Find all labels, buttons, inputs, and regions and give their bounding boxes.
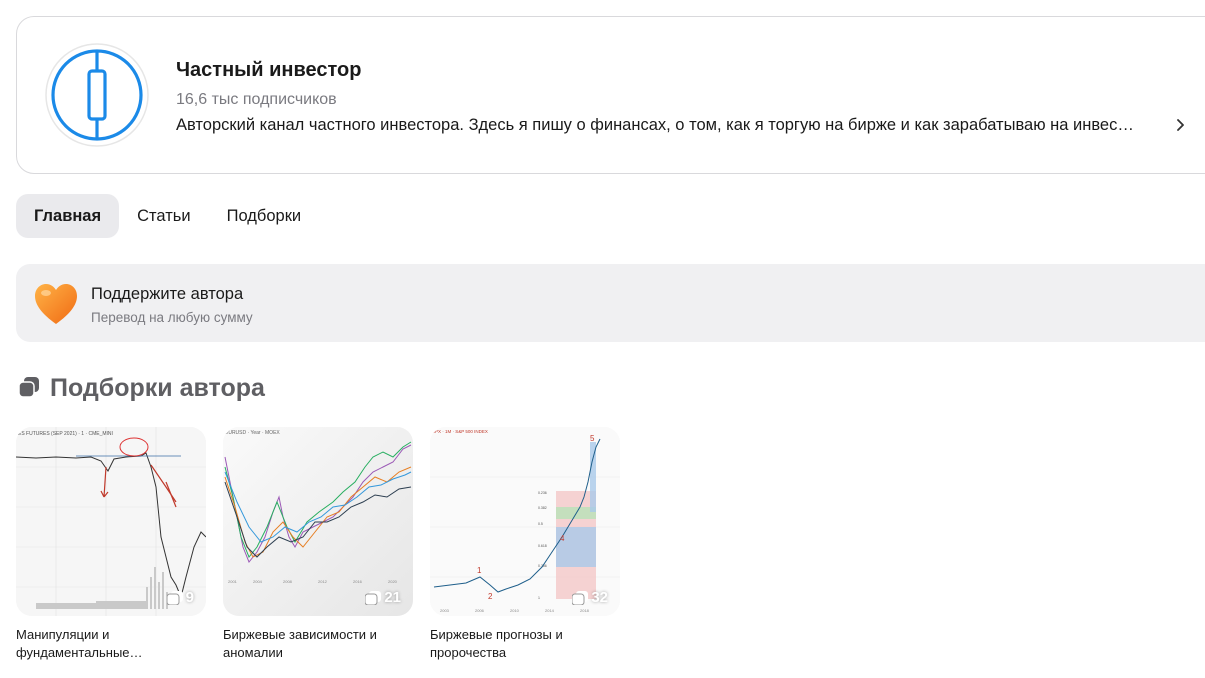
svg-text:1: 1 [477,566,482,575]
svg-text:0.236: 0.236 [538,491,547,495]
collection-count-badge: 9 [166,589,194,606]
svg-text:SPX · 1M · S&P 500 INDEX: SPX · 1M · S&P 500 INDEX [432,429,488,434]
collection-label: Манипуляции и фундаментальные… [16,627,143,660]
support-subtitle: Перевод на любую сумму [91,310,253,325]
svg-text:2018: 2018 [580,608,590,613]
collection-label: Биржевые зависимости и аномалии [223,627,377,660]
svg-text:2006: 2006 [475,608,485,613]
section-title: Подборки автора [50,374,265,402]
collection-count-badge: 21 [365,589,401,606]
collection-label: Биржевые прогнозы и пророчества [430,627,563,660]
svg-text:2014: 2014 [545,608,555,613]
channel-description[interactable]: Авторский канал частного инвестора. Здес… [176,116,1176,135]
svg-text:2016: 2016 [353,579,363,584]
svg-text:5: 5 [590,434,595,443]
svg-text:0.618: 0.618 [538,544,547,548]
svg-text:2003: 2003 [440,608,450,613]
support-author-banner[interactable]: Поддержите автора Перевод на любую сумму [16,264,1205,342]
collection-card[interactable]: EURUSD · Year · MOEX 2001 2004 2008 2012 20… [223,427,413,662]
chevron-right-icon[interactable] [1175,116,1187,134]
collection-thumbnail: ES FUTURES (SEP 2021) · 1 · CME_MINI 9 [16,427,206,616]
svg-text:2012: 2012 [318,579,328,584]
svg-text:EURUSD · Year · MOEX: EURUSD · Year · MOEX [225,430,280,436]
collection-count-badge: 32 [572,589,608,606]
collection-count: 21 [384,589,401,606]
collection-card[interactable]: ES FUTURES (SEP 2021) · 1 · CME_MINI 9 М… [16,427,206,662]
channel-tabs: Главная Статьи Подборки [16,194,319,238]
svg-text:2020: 2020 [388,579,398,584]
stack-icon [18,377,39,398]
svg-text:0.382: 0.382 [538,506,547,510]
channel-logo[interactable] [45,43,149,147]
stack-icon [572,590,589,605]
tab-articles[interactable]: Статьи [119,194,208,238]
stack-icon [365,590,382,605]
tab-main[interactable]: Главная [16,194,120,238]
collection-thumbnail: EURUSD · Year · MOEX 2001 2004 2008 2012 20… [223,427,413,616]
svg-text:1: 1 [538,596,540,600]
svg-text:2010: 2010 [510,608,520,613]
svg-text:ES FUTURES (SEP 2021) · 1 · CM: ES FUTURES (SEP 2021) · 1 · CME_MINI [18,431,113,437]
collection-count: 9 [185,589,194,606]
collection-thumbnail: SPX · 1M · S&P 500 INDEX 0.236 0.382 0.5 0… [430,427,620,616]
svg-text:2004: 2004 [253,579,263,584]
subscriber-count: 16,6 тыс подписчиков [176,91,337,108]
channel-title: Частный инвестор [176,59,362,81]
heart-icon [35,284,77,324]
svg-text:0.5: 0.5 [538,522,543,526]
support-title: Поддержите автора [91,285,244,303]
collection-count: 32 [591,589,608,606]
svg-text:2: 2 [488,592,493,601]
channel-card: Частный инвестор 16,6 тыс подписчиков Ав… [16,16,1205,174]
svg-text:2008: 2008 [283,579,293,584]
svg-text:2001: 2001 [228,579,238,584]
stack-icon [166,590,183,605]
collection-card[interactable]: SPX · 1M · S&P 500 INDEX 0.236 0.382 0.5 0… [430,427,620,662]
svg-text:4: 4 [560,534,565,543]
tab-collections[interactable]: Подборки [209,194,320,238]
